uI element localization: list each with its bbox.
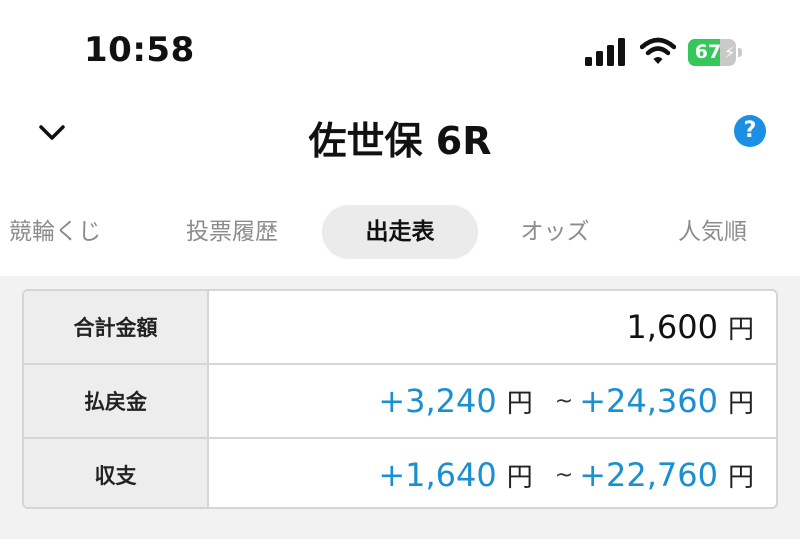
row-label: 払戻金 xyxy=(24,365,209,437)
signal-icon xyxy=(585,38,625,66)
row-value: +1,640 円 ~ +22,760 円 xyxy=(209,439,754,507)
row-value: 1,600 円 xyxy=(209,291,754,363)
row-value: +3,240 円 ~ +24,360 円 xyxy=(209,365,754,437)
tab-popularity[interactable]: 人気順 xyxy=(650,205,775,259)
table-row-balance: 収支 +1,640 円 ~ +22,760 円 xyxy=(24,437,776,507)
table-row-payout: 払戻金 +3,240 円 ~ +24,360 円 xyxy=(24,363,776,437)
row-label: 合計金額 xyxy=(24,291,209,363)
balance-min: +1,640 xyxy=(378,456,497,494)
unit-yen: 円 xyxy=(506,388,533,419)
battery-icon: 67 ⚡ xyxy=(688,39,744,66)
unit-yen: 円 xyxy=(506,462,533,493)
tab-race-card[interactable]: 出走表 xyxy=(322,205,478,259)
tab-keirin-kuji[interactable]: 競輪くじ xyxy=(0,205,120,259)
page-title: 佐世保 6R xyxy=(308,119,492,163)
tab-vote-history[interactable]: 投票履歴 xyxy=(167,205,297,259)
wifi-icon xyxy=(640,37,676,64)
help-icon[interactable]: ? xyxy=(734,115,766,147)
payout-max: +24,360 xyxy=(579,382,718,420)
table-row-total: 合計金額 1,600 円 xyxy=(24,291,776,363)
balance-max: +22,760 xyxy=(579,456,718,494)
tab-odds[interactable]: オッズ xyxy=(495,205,615,259)
range-tilde: ~ xyxy=(554,462,574,488)
unit-yen: 円 xyxy=(727,314,754,345)
tab-bar: 競輪くじ 投票履歴 出走表 オッズ 人気順 xyxy=(0,205,800,259)
unit-yen: 円 xyxy=(727,388,754,419)
range-tilde: ~ xyxy=(554,388,574,414)
status-time: 10:58 xyxy=(84,30,195,70)
row-label: 収支 xyxy=(24,439,209,507)
content-area: 合計金額 1,600 円 払戻金 +3,240 円 ~ +24,360 円 収支… xyxy=(0,276,800,539)
payout-min: +3,240 xyxy=(378,382,497,420)
charging-bolt-icon: ⚡ xyxy=(724,43,736,62)
bet-summary-table: 合計金額 1,600 円 払戻金 +3,240 円 ~ +24,360 円 収支… xyxy=(22,289,778,509)
status-bar: 10:58 67 ⚡ xyxy=(0,0,800,100)
battery-percent: 67 xyxy=(694,41,722,63)
total-amount: 1,600 xyxy=(626,308,718,346)
navigation-bar: 佐世保 6R ? xyxy=(0,100,800,170)
unit-yen: 円 xyxy=(727,462,754,493)
